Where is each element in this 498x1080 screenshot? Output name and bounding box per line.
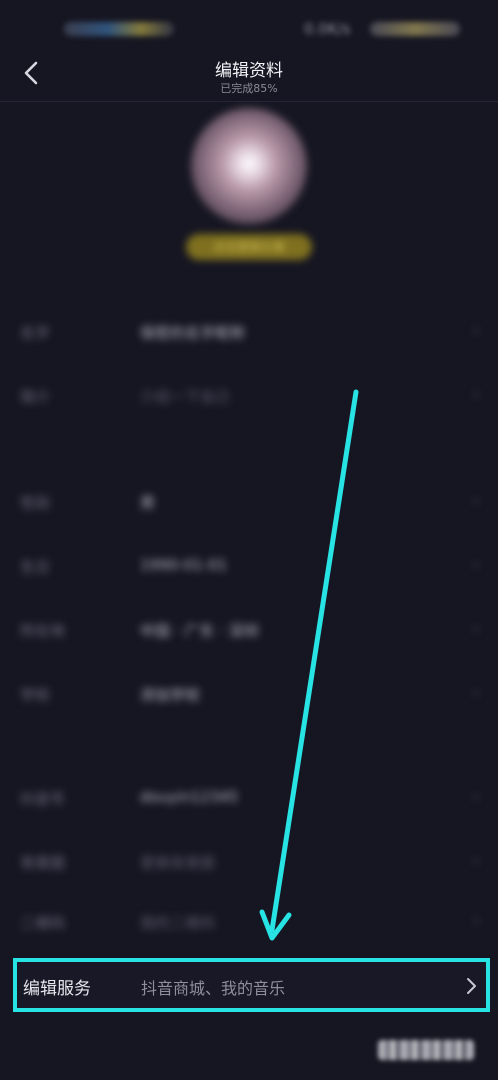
field-value: 中国 · 广东 · 深圳	[140, 622, 259, 640]
field-row-name[interactable]: 名字 保密的名字昵称 ›	[0, 312, 498, 352]
chevron-right-icon: ›	[472, 910, 480, 931]
field-value: 保密的名字昵称	[140, 324, 246, 342]
field-label: 生日	[20, 558, 51, 576]
completion-status: 已完成85%	[220, 82, 278, 95]
status-left-indicators	[64, 22, 174, 36]
field-value: 添加学校	[140, 686, 201, 704]
field-label: 学校	[20, 686, 51, 704]
header: 编辑资料 已完成85%	[0, 50, 498, 102]
chevron-right-icon: ›	[472, 682, 480, 703]
field-label: 所在地	[20, 622, 66, 640]
field-label: 二维码	[20, 914, 66, 932]
field-row-school[interactable]: 学校 添加学校 ›	[0, 674, 498, 714]
network-speed: 0.0K/s	[304, 20, 351, 38]
chevron-right-icon: ›	[472, 490, 480, 511]
field-label: 名字	[20, 324, 51, 342]
avatar[interactable]	[191, 108, 307, 224]
field-value: 男	[140, 494, 156, 512]
field-value: douyin12345	[140, 788, 239, 806]
edit-services-label: 编辑服务	[23, 979, 91, 999]
chevron-right-icon: ›	[472, 786, 480, 807]
watermark	[378, 1032, 474, 1068]
field-row-gender[interactable]: 性别 男 ›	[0, 482, 498, 522]
watermark-logo	[378, 1040, 474, 1060]
field-label: 抖音号	[20, 790, 66, 808]
field-row-bio[interactable]: 简介 介绍一下自己 ›	[0, 376, 498, 416]
field-value: 介绍一下自己	[140, 388, 231, 406]
page-title: 编辑资料	[215, 61, 283, 81]
edit-services-row[interactable]: 编辑服务 抖音商城、我的音乐	[13, 958, 490, 1012]
field-value: 我的二维码	[140, 914, 216, 932]
chevron-right-icon: ›	[472, 618, 480, 639]
field-row-qrcode[interactable]: 二维码 我的二维码 ›	[0, 902, 498, 942]
field-row-douyin-id[interactable]: 抖音号 douyin12345 ›	[0, 778, 498, 818]
field-value: 更换背景图	[140, 854, 216, 872]
field-row-birthday[interactable]: 生日 1990-01-01 ›	[0, 546, 498, 586]
chevron-right-icon: ›	[472, 320, 480, 341]
edit-services-value: 抖音商城、我的音乐	[141, 979, 286, 998]
field-value: 1990-01-01	[140, 556, 228, 574]
field-label: 背景图	[20, 854, 66, 872]
field-row-location[interactable]: 所在地 中国 · 广东 · 深圳 ›	[0, 610, 498, 650]
status-right-indicators	[370, 22, 460, 36]
field-label: 简介	[20, 388, 51, 406]
status-bar: 0.0K/s	[0, 0, 498, 50]
field-label: 性别	[20, 494, 51, 512]
change-avatar-badge[interactable]: 点击更换头像	[186, 234, 312, 260]
chevron-right-icon: ›	[472, 850, 480, 871]
change-avatar-label: 点击更换头像	[212, 240, 285, 254]
chevron-right-icon	[467, 978, 476, 994]
field-row-background[interactable]: 背景图 更换背景图 ›	[0, 842, 498, 882]
chevron-right-icon: ›	[472, 384, 480, 405]
chevron-right-icon: ›	[472, 554, 480, 575]
